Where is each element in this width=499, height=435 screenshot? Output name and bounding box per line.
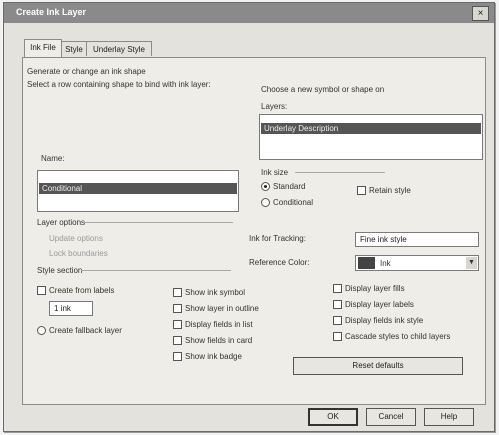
title-bar: Create Ink Layer ×	[4, 3, 494, 23]
create-ink-layer-dialog: Create Ink Layer × Ink File Style Underl…	[3, 2, 495, 432]
layers-label: Layers:	[261, 102, 288, 111]
show-fields-card-checkbox[interactable]	[173, 336, 182, 345]
theme-label: Ink for Tracking:	[249, 234, 306, 243]
layer-option-update: Update options	[49, 234, 103, 243]
tab-style[interactable]: Style	[61, 41, 87, 56]
tab-ink-file[interactable]: Ink File	[24, 39, 62, 57]
layer-options-divider	[83, 222, 233, 223]
show-ink-symbol-label: Show ink symbol	[185, 288, 246, 297]
radio-standard-label: Standard	[273, 182, 306, 191]
ref-color-label: Reference Color:	[249, 258, 310, 267]
ink-count-spinner[interactable]: 1 ink	[49, 301, 93, 316]
display-fields-list-label: Display fields in list	[185, 320, 253, 329]
tab-underlay-style[interactable]: Underlay Style	[86, 41, 152, 56]
show-fields-card-label: Show fields in card	[185, 336, 253, 345]
retain-style-checkbox[interactable]	[357, 186, 366, 195]
theme-field[interactable]: Fine ink style	[355, 232, 479, 247]
radio-conditional[interactable]	[261, 198, 270, 207]
style-section-label: Style section	[37, 266, 83, 275]
display-layer-labels-checkbox[interactable]	[333, 300, 342, 309]
reset-defaults-button[interactable]: Reset defaults	[293, 357, 463, 375]
radio-standard[interactable]	[261, 182, 270, 191]
right-caption: Choose a new symbol or shape on	[261, 85, 385, 94]
ref-color-dropdown[interactable]: Ink ▼	[355, 255, 479, 271]
intro-line-2: Select a row containing shape to bind wi…	[27, 80, 211, 89]
layers-listbox[interactable]: Underlay Description	[259, 114, 483, 160]
layer-options-label: Layer options	[37, 218, 86, 227]
create-fallback-radio[interactable]	[37, 326, 46, 335]
style-section-divider	[81, 270, 231, 271]
intro-line-1: Generate or change an ink shape	[27, 67, 146, 76]
cascade-styles-checkbox[interactable]	[333, 332, 342, 341]
display-layer-fills-checkbox[interactable]	[333, 284, 342, 293]
show-layer-outline-checkbox[interactable]	[173, 304, 182, 313]
create-from-labels-label: Create from labels	[49, 286, 115, 295]
layer-option-lock: Lock boundaries	[49, 249, 108, 258]
radio-conditional-label: Conditional	[273, 198, 314, 207]
help-button[interactable]: Help	[424, 408, 474, 426]
chevron-down-icon[interactable]: ▼	[466, 257, 477, 269]
ref-color-swatch	[358, 257, 375, 269]
display-fields-ink-style-label: Display fields ink style	[345, 316, 424, 325]
display-fields-list-checkbox[interactable]	[173, 320, 182, 329]
close-icon[interactable]: ×	[472, 6, 489, 21]
create-fallback-label: Create fallback layer	[49, 326, 122, 335]
show-ink-badge-label: Show ink badge	[185, 352, 242, 361]
radio-group-label: Ink size	[261, 168, 289, 177]
cancel-button[interactable]: Cancel	[366, 408, 416, 426]
name-label: Name:	[41, 154, 65, 163]
cascade-styles-label: Cascade styles to child layers	[345, 332, 451, 341]
radio-group-divider	[295, 172, 385, 173]
tab-panel: Generate or change an ink shape Select a…	[22, 57, 486, 405]
layers-selected-row[interactable]: Underlay Description	[261, 123, 481, 134]
show-ink-badge-checkbox[interactable]	[173, 352, 182, 361]
ref-color-value: Ink	[380, 259, 391, 268]
create-from-labels-checkbox[interactable]	[37, 286, 46, 295]
display-layer-labels-label: Display layer labels	[345, 300, 414, 309]
ok-button[interactable]: OK	[308, 408, 358, 426]
window-title: Create Ink Layer	[16, 7, 87, 17]
retain-style-label: Retain style	[369, 186, 411, 195]
show-ink-symbol-checkbox[interactable]	[173, 288, 182, 297]
name-selected-row[interactable]: Conditional	[39, 183, 237, 194]
display-fields-ink-style-checkbox[interactable]	[333, 316, 342, 325]
display-layer-fills-label: Display layer fills	[345, 284, 405, 293]
name-listbox[interactable]: Conditional	[37, 170, 239, 212]
show-layer-outline-label: Show layer in outline	[185, 304, 259, 313]
